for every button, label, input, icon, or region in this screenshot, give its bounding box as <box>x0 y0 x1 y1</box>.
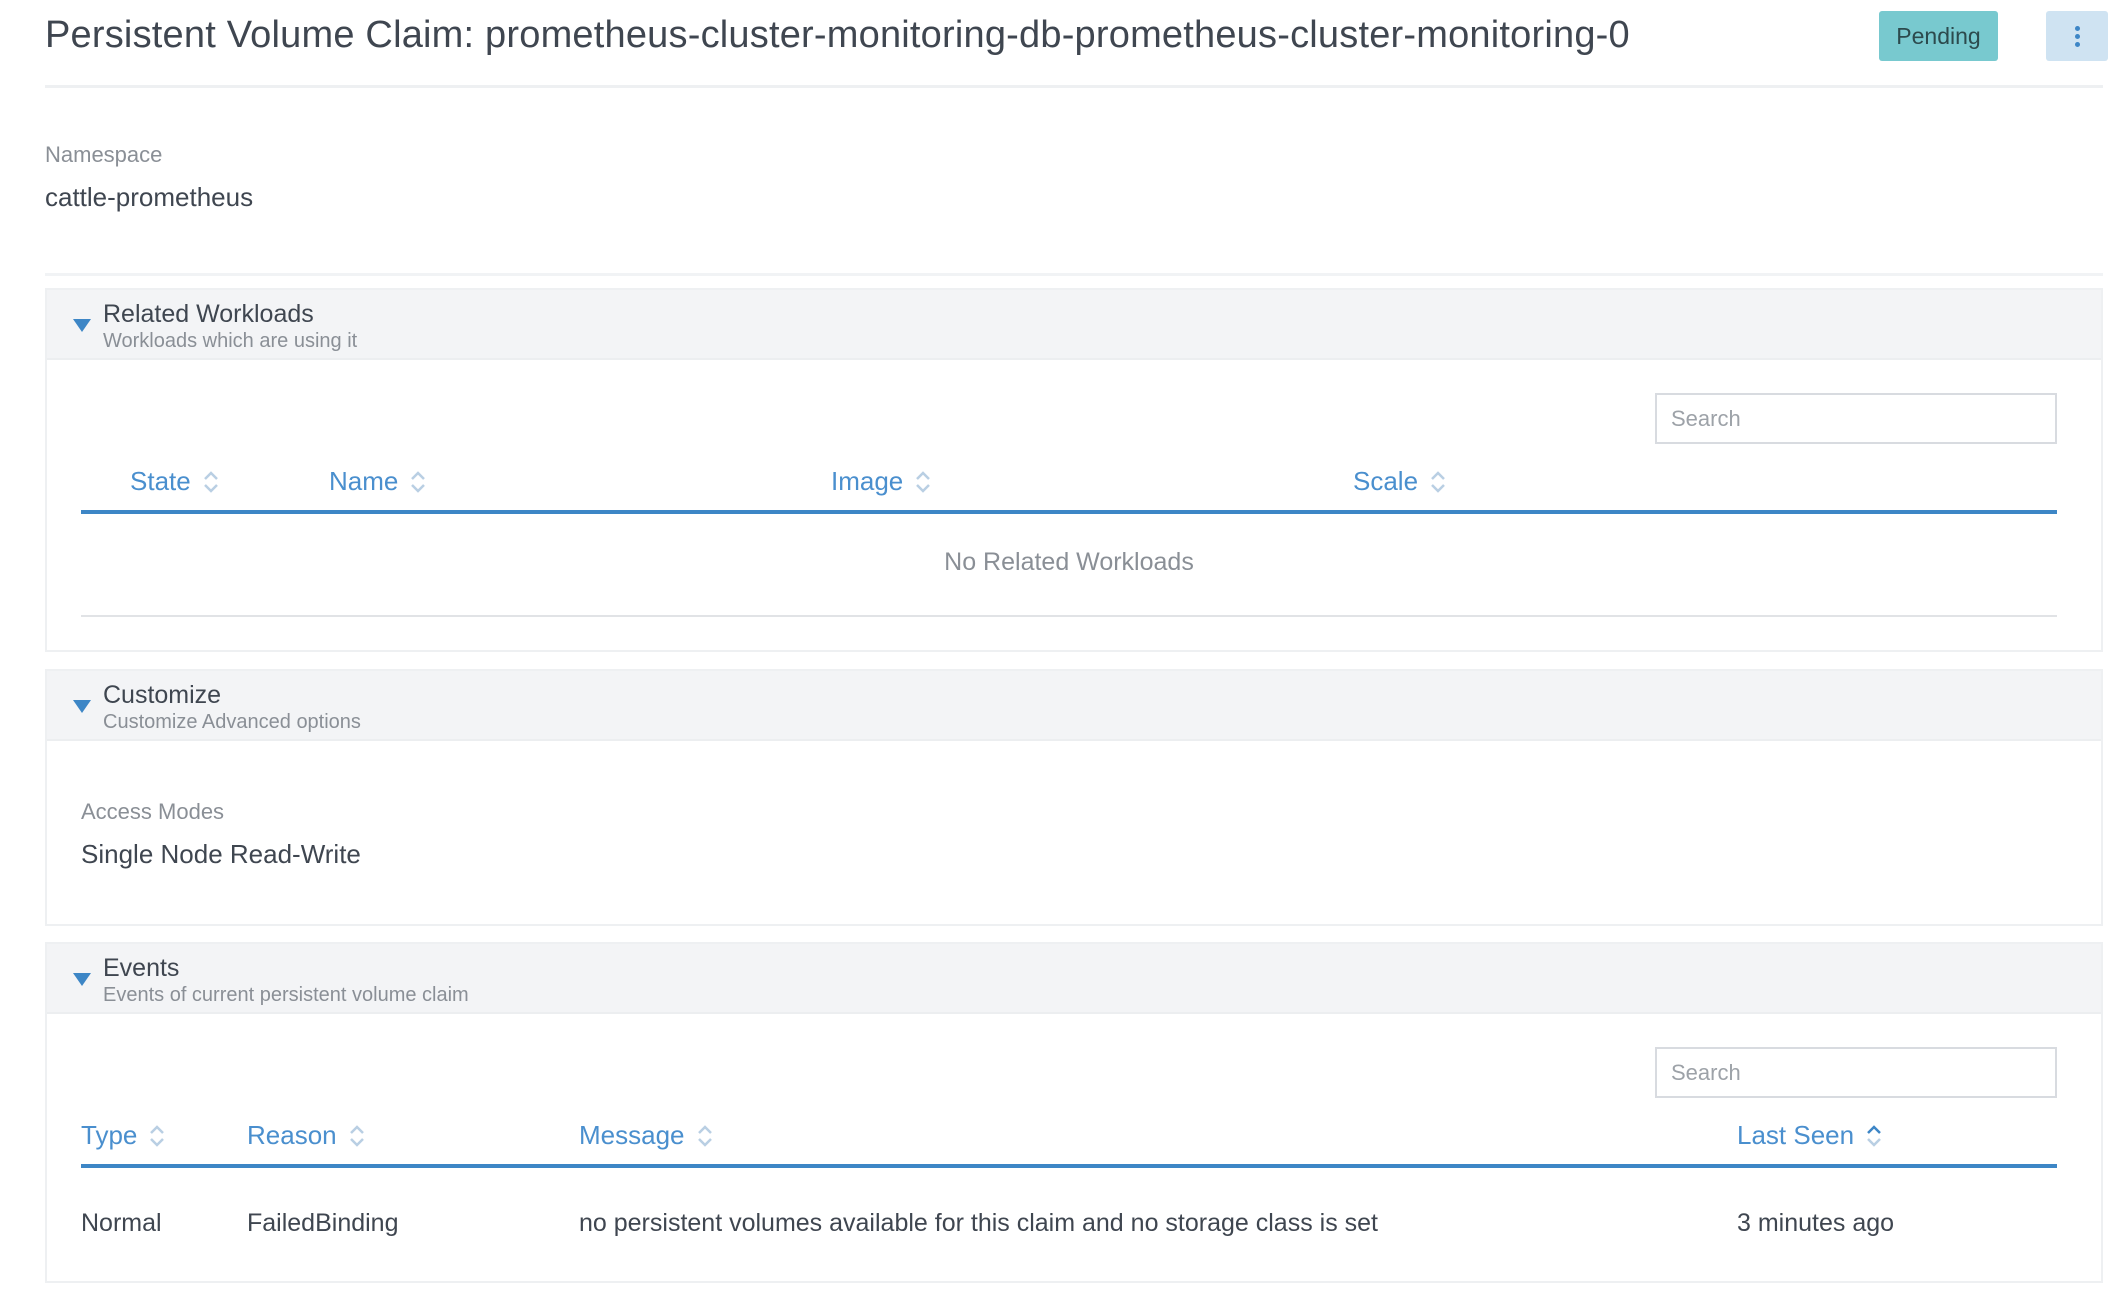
table-header-underline <box>81 510 2057 514</box>
column-header-state[interactable]: State <box>130 466 219 497</box>
page-header: Persistent Volume Claim: prometheus-clus… <box>45 0 2108 88</box>
column-header-message[interactable]: Message <box>579 1120 713 1151</box>
namespace-label: Namespace <box>45 142 163 167</box>
more-actions-button[interactable] <box>2046 11 2108 61</box>
namespace-value: cattle-prometheus <box>45 182 254 212</box>
caret-down-icon <box>73 973 91 986</box>
section-title: Related Workloads <box>103 300 314 328</box>
event-reason: FailedBinding <box>247 1209 399 1237</box>
column-header-name[interactable]: Name <box>329 466 426 497</box>
section-subtitle: Events of current persistent volume clai… <box>103 984 469 1006</box>
event-last-seen: 3 minutes ago <box>1737 1209 1895 1237</box>
caret-down-icon <box>73 319 91 332</box>
vertical-ellipsis-icon <box>2074 33 2080 39</box>
page-title: Persistent Volume Claim: prometheus-clus… <box>45 14 1630 56</box>
status-badge: Pending <box>1879 11 1998 61</box>
sort-icon <box>410 470 426 493</box>
sort-ascending-icon <box>1866 1124 1882 1147</box>
events-toggle[interactable]: Events Events of current persistent volu… <box>47 944 2101 1014</box>
section-title: Events <box>103 954 180 982</box>
table-header-underline <box>81 1164 2057 1168</box>
related-workloads-toggle[interactable]: Related Workloads Workloads which are us… <box>47 290 2101 360</box>
events-search-input[interactable] <box>1655 1047 2057 1098</box>
section-title: Customize <box>103 681 222 709</box>
sort-icon <box>149 1124 165 1147</box>
sort-icon <box>915 470 931 493</box>
column-header-image[interactable]: Image <box>831 466 931 497</box>
caret-down-icon <box>73 700 91 713</box>
events-section: Events Events of current persistent volu… <box>45 942 2103 1283</box>
sort-icon <box>349 1124 365 1147</box>
vertical-ellipsis-icon <box>2074 41 2080 47</box>
empty-table-message: No Related Workloads <box>944 548 1194 576</box>
workloads-search-input[interactable] <box>1655 393 2057 444</box>
column-header-reason[interactable]: Reason <box>247 1120 365 1151</box>
section-subtitle: Workloads which are using it <box>103 330 358 352</box>
divider <box>45 273 2103 276</box>
sort-icon <box>203 470 219 493</box>
customize-toggle[interactable]: Customize Customize Advanced options <box>47 671 2101 741</box>
access-modes-value: Single Node Read-Write <box>81 839 361 869</box>
event-type: Normal <box>81 1209 162 1237</box>
column-header-scale[interactable]: Scale <box>1353 466 1446 497</box>
related-workloads-section: Related Workloads Workloads which are us… <box>45 288 2103 652</box>
vertical-ellipsis-icon <box>2074 25 2080 31</box>
customize-section: Customize Customize Advanced options Acc… <box>45 669 2103 926</box>
column-header-last-seen[interactable]: Last Seen <box>1737 1120 1882 1151</box>
sort-icon <box>1430 470 1446 493</box>
access-modes-label: Access Modes <box>81 799 225 824</box>
table-row-divider <box>81 615 2057 617</box>
column-header-type[interactable]: Type <box>81 1120 165 1151</box>
event-message: no persistent volumes available for this… <box>579 1209 1378 1237</box>
sort-icon <box>697 1124 713 1147</box>
section-subtitle: Customize Advanced options <box>103 711 361 733</box>
